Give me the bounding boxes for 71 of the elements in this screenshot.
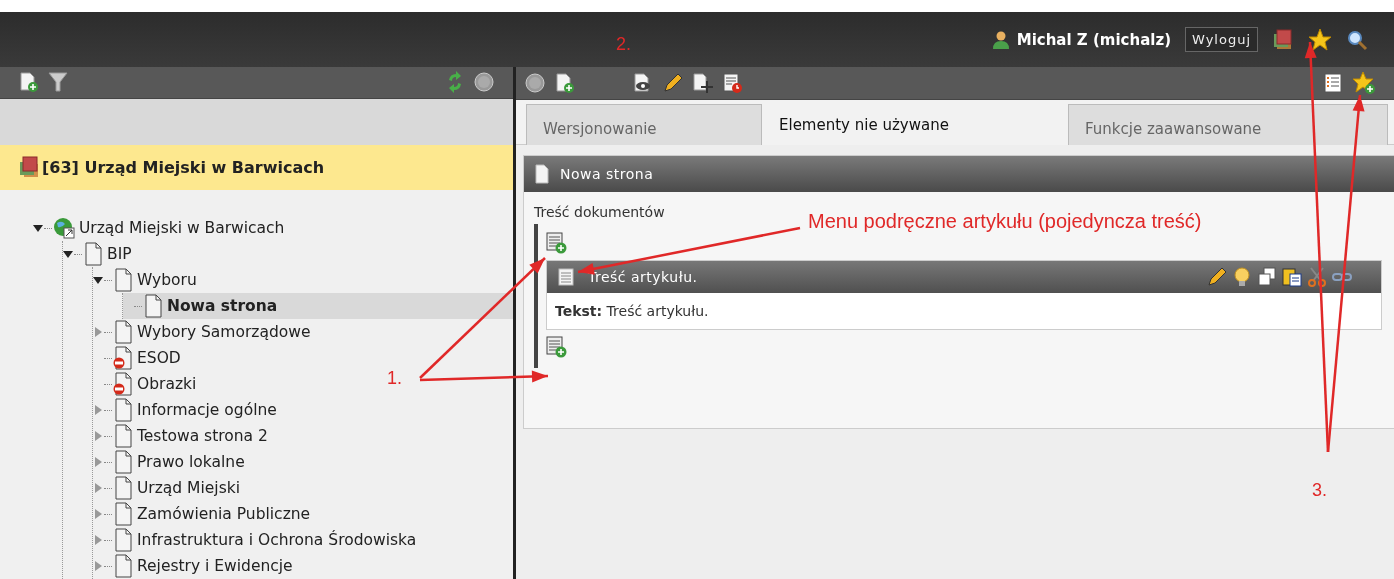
filter-icon[interactable] xyxy=(48,71,68,94)
schedule-icon[interactable] xyxy=(722,72,744,94)
star-add-icon[interactable] xyxy=(1352,71,1376,95)
page-icon xyxy=(143,294,163,318)
search-icon[interactable] xyxy=(1346,28,1368,51)
paste-icon[interactable] xyxy=(1281,266,1303,288)
tree-item[interactable]: Obrazki xyxy=(137,375,197,393)
pencil-icon[interactable] xyxy=(1206,266,1228,288)
expand-toggle[interactable] xyxy=(93,483,103,493)
expand-toggle[interactable] xyxy=(93,431,103,441)
expand-toggle[interactable] xyxy=(33,223,43,233)
blocked-page-icon xyxy=(113,346,133,370)
page-icon xyxy=(113,424,133,448)
page-icon xyxy=(113,268,133,292)
annotation-label: Menu podręczne artykułu (pojedyncza treść) xyxy=(808,210,1202,233)
copy-icon[interactable] xyxy=(1256,266,1278,288)
tree-item[interactable]: Wyboru xyxy=(137,271,197,289)
page-icon xyxy=(113,450,133,474)
logout-button[interactable]: Wyloguj xyxy=(1185,27,1258,52)
annotation-label: 1. xyxy=(387,368,402,389)
stacked-squares-icon[interactable] xyxy=(1272,28,1294,51)
pencil-icon[interactable] xyxy=(662,72,684,94)
user-name: Michal Z (michalz) xyxy=(1016,30,1171,49)
tab[interactable]: Wersjonowanie xyxy=(526,104,762,145)
annotation-label: 3. xyxy=(1312,480,1327,501)
tree-item[interactable]: ESOD xyxy=(137,349,181,367)
tree-item[interactable]: Prawo lokalne xyxy=(137,453,245,471)
expand-toggle[interactable] xyxy=(93,405,103,415)
tree-item[interactable]: Zamówienia Publiczne xyxy=(137,505,311,523)
add-page-icon[interactable] xyxy=(18,71,40,94)
add-content-icon[interactable] xyxy=(546,336,568,358)
tree-item[interactable]: BIP xyxy=(107,245,132,263)
document-icon xyxy=(557,267,575,287)
article-text: Tekst: Treść artykułu. xyxy=(554,302,710,321)
page-icon xyxy=(83,242,103,266)
site-title: [63] Urząd Miejski w Barwicach xyxy=(42,157,325,177)
tab[interactable]: Funkcje zaawansowane xyxy=(1068,104,1388,145)
page-icon xyxy=(113,320,133,344)
tree-item[interactable]: Testowa strona 2 xyxy=(137,427,268,445)
tree-item[interactable]: Rejestry i Ewidencje xyxy=(137,557,293,575)
star-icon[interactable] xyxy=(1308,27,1332,52)
expand-toggle[interactable] xyxy=(93,327,103,337)
page-icon xyxy=(113,502,133,526)
tree-item[interactable]: Infrastruktura i Ochrona Środowiska xyxy=(137,531,417,549)
page-icon xyxy=(113,398,133,422)
add-page-icon[interactable] xyxy=(554,72,576,94)
page-icon xyxy=(113,528,133,552)
page-title: Nowa strona xyxy=(560,166,654,182)
page-icon xyxy=(113,476,133,500)
lightbulb-icon[interactable] xyxy=(1231,266,1253,288)
page-icon xyxy=(534,164,550,184)
list-icon[interactable] xyxy=(1322,72,1344,94)
section-label: Treść dokumentów xyxy=(534,204,666,220)
expand-toggle[interactable] xyxy=(93,509,103,519)
tree-item[interactable]: Urząd Miejski xyxy=(137,479,240,497)
tree-item[interactable]: Wybory Samorządowe xyxy=(137,323,311,341)
annotation-label: 2. xyxy=(616,34,631,55)
expand-toggle[interactable] xyxy=(63,249,73,259)
tree-item[interactable]: Nowa strona xyxy=(167,297,278,315)
blocked-page-icon xyxy=(113,372,133,396)
add-content-icon[interactable] xyxy=(546,232,568,254)
expand-toggle[interactable] xyxy=(93,457,103,467)
stacked-squares-icon xyxy=(18,156,40,179)
expand-toggle[interactable] xyxy=(93,535,103,545)
globe-icon xyxy=(53,217,75,239)
expand-toggle[interactable] xyxy=(93,561,103,571)
expand-toggle[interactable] xyxy=(93,275,103,285)
user-icon xyxy=(990,29,1011,50)
tree-item[interactable]: Urząd Miejski w Barwicach xyxy=(79,219,285,237)
move-page-icon[interactable] xyxy=(692,72,714,94)
tree-item[interactable]: Informacje ogólne xyxy=(137,401,277,419)
